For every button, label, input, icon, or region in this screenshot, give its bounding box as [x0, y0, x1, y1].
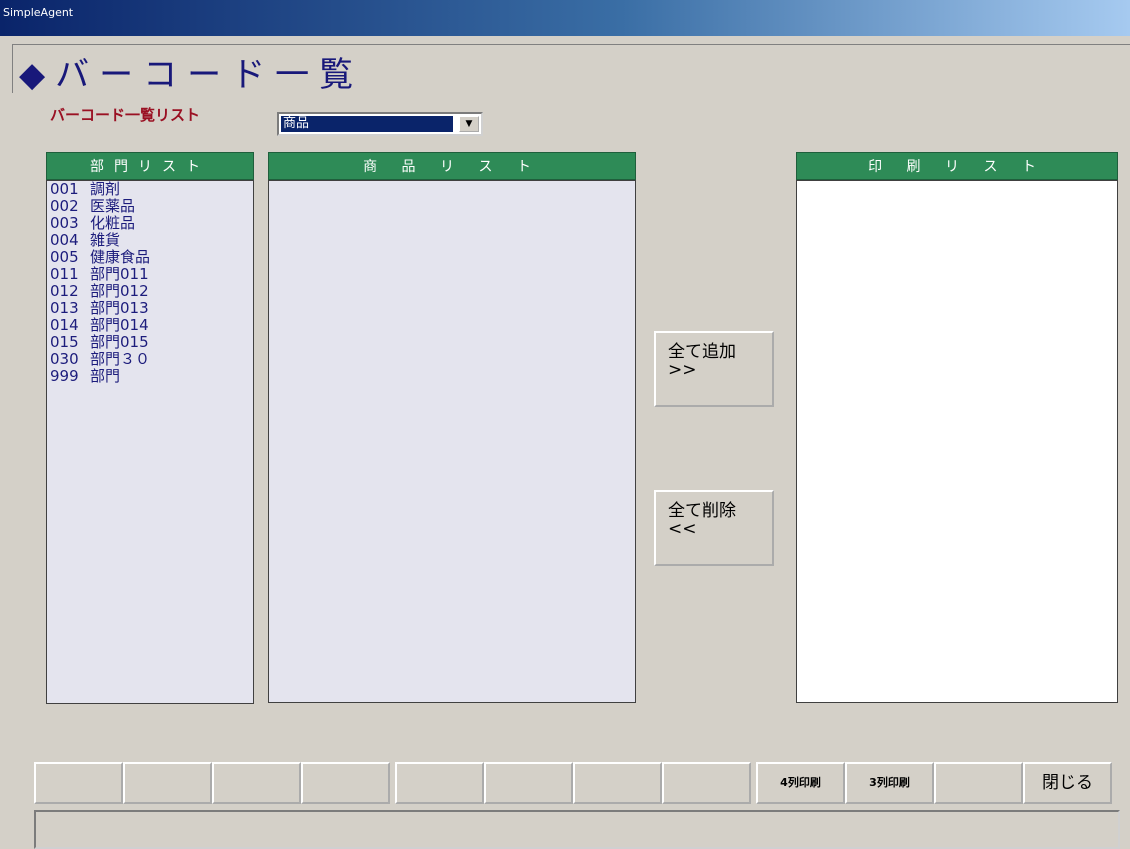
department-name: 部門013: [90, 299, 149, 317]
function-key-10-button[interactable]: 3列印刷: [845, 762, 934, 804]
dropdown-arrow-icon[interactable]: ▼: [459, 116, 479, 132]
function-key-6[interactable]: [484, 762, 573, 804]
department-code: 011: [50, 265, 79, 283]
close-button[interactable]: 閉じる: [1023, 762, 1112, 804]
function-key-8[interactable]: [662, 762, 751, 804]
list-type-label: バーコード一覧リスト: [50, 106, 201, 124]
department-code: 013: [50, 299, 79, 317]
product-list[interactable]: [268, 180, 636, 703]
department-name: 部門: [90, 367, 121, 385]
department-list-item[interactable]: 004 雑貨: [47, 232, 253, 249]
department-code: 015: [50, 333, 79, 351]
department-code: 030: [50, 350, 79, 368]
department-list-item[interactable]: 013 部門013: [47, 300, 253, 317]
department-list-item[interactable]: 030 部門３０: [47, 351, 253, 368]
function-key-1[interactable]: [34, 762, 123, 804]
function-key-3[interactable]: [212, 762, 301, 804]
function-key-9-button[interactable]: 4列印刷: [756, 762, 845, 804]
function-key-4[interactable]: [301, 762, 390, 804]
department-code: 003: [50, 214, 79, 232]
department-list-item[interactable]: 014 部門014: [47, 317, 253, 334]
function-key-2[interactable]: [123, 762, 212, 804]
print-list[interactable]: [796, 180, 1118, 703]
department-list-item[interactable]: 001 調剤: [47, 181, 253, 198]
status-bar: [34, 810, 1120, 849]
department-name: 部門014: [90, 316, 149, 334]
department-list-item[interactable]: 003 化粧品: [47, 215, 253, 232]
function-key-7[interactable]: [573, 762, 662, 804]
list-type-select[interactable]: 商品 ▼: [277, 112, 483, 136]
department-name: 医薬品: [90, 197, 136, 215]
title-bar: SimpleAgent: [0, 0, 1130, 36]
department-code: 002: [50, 197, 79, 215]
remove-all-button[interactable]: 全て削除 <<: [654, 490, 774, 566]
department-code: 012: [50, 282, 79, 300]
department-name: 健康食品: [90, 248, 151, 266]
department-list-item[interactable]: 015 部門015: [47, 334, 253, 351]
department-code: 014: [50, 316, 79, 334]
page-heading: ◆バーコード一覧: [12, 44, 1130, 95]
product-list-header: 商 品 リ ス ト: [268, 152, 636, 180]
print-list-header: 印 刷 リ ス ト: [796, 152, 1118, 180]
print-list-panel: 印 刷 リ ス ト: [796, 152, 1118, 703]
department-list-item[interactable]: 011 部門011: [47, 266, 253, 283]
function-key-5[interactable]: [395, 762, 484, 804]
department-name: 雑貨: [90, 231, 121, 249]
department-name: 部門３０: [90, 350, 151, 368]
list-type-selected-value: 商品: [281, 116, 453, 132]
department-name: 調剤: [90, 180, 121, 198]
department-code: 001: [50, 180, 79, 198]
page-title: ◆バーコード一覧: [19, 55, 364, 95]
function-key-11[interactable]: [934, 762, 1023, 804]
department-list-panel: 部門リスト 001 調剤 002 医薬品 003 化粧品 004 雑貨 005 健康食品 011 部門…: [46, 152, 254, 704]
department-name: 部門015: [90, 333, 149, 351]
department-list-item[interactable]: 999 部門: [47, 368, 253, 385]
department-list-item[interactable]: 005 健康食品: [47, 249, 253, 266]
department-list-header: 部門リスト: [46, 152, 254, 180]
function-key-bar: 4列印刷 3列印刷 閉じる: [34, 762, 1120, 804]
department-code: 004: [50, 231, 79, 249]
department-code: 999: [50, 367, 79, 385]
department-list[interactable]: 001 調剤 002 医薬品 003 化粧品 004 雑貨 005 健康食品 011 部門011 012…: [46, 180, 254, 704]
department-list-item[interactable]: 012 部門012: [47, 283, 253, 300]
department-code: 005: [50, 248, 79, 266]
add-all-button[interactable]: 全て追加 >>: [654, 331, 774, 407]
product-list-panel: 商 品 リ ス ト: [268, 152, 636, 703]
department-name: 化粧品: [90, 214, 136, 232]
department-name: 部門012: [90, 282, 149, 300]
department-name: 部門011: [90, 265, 149, 283]
department-list-item[interactable]: 002 医薬品: [47, 198, 253, 215]
window-title: SimpleAgent: [3, 6, 74, 19]
